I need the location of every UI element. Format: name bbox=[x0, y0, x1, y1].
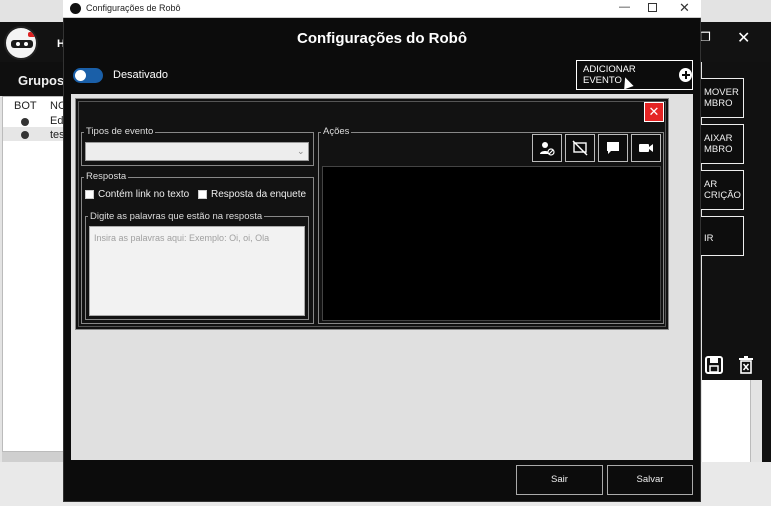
main-close-icon[interactable]: ✕ bbox=[737, 28, 750, 48]
contains-link-checkbox[interactable] bbox=[85, 190, 94, 199]
lower-member-button[interactable]: AIXAR MBRO bbox=[699, 124, 744, 164]
poll-response-label[interactable]: Resposta da enquete bbox=[211, 189, 306, 200]
dialog-window-title: Configurações de Robô bbox=[86, 3, 181, 13]
event-type-select[interactable] bbox=[85, 142, 309, 161]
save-icon[interactable] bbox=[705, 356, 723, 374]
column-header-bot[interactable]: BOT bbox=[14, 100, 37, 112]
maximize-button[interactable] bbox=[648, 3, 657, 12]
keywords-legend: Digite as palavras que estão na resposta bbox=[88, 211, 265, 222]
trash-icon[interactable] bbox=[738, 356, 754, 374]
response-legend: Resposta bbox=[84, 171, 129, 182]
toggle-label: Desativado bbox=[113, 69, 169, 81]
side-button-label: IR bbox=[704, 233, 714, 244]
video-camera-icon bbox=[639, 144, 653, 152]
app-icon bbox=[70, 3, 81, 14]
keywords-textarea[interactable] bbox=[89, 226, 305, 316]
bots-table bbox=[2, 96, 64, 452]
user-block-icon bbox=[540, 142, 555, 156]
vertical-scrollbar[interactable] bbox=[750, 380, 762, 462]
add-event-button[interactable]: ADICIONAR EVENTO bbox=[576, 60, 693, 90]
block-user-action-button[interactable] bbox=[532, 134, 562, 162]
contains-link-label[interactable]: Contém link no texto bbox=[98, 189, 189, 200]
chat-icon bbox=[607, 142, 619, 154]
exit-button[interactable]: Sair bbox=[516, 465, 603, 495]
screen-off-icon bbox=[572, 140, 588, 156]
plus-circle-icon bbox=[678, 68, 692, 82]
message-action-button[interactable] bbox=[598, 134, 628, 162]
side-button-label: AR CRIÇÃO bbox=[704, 179, 741, 201]
toggle-knob[interactable] bbox=[75, 70, 86, 81]
horizontal-scrollbar[interactable] bbox=[2, 452, 64, 462]
actions-list-area bbox=[322, 166, 661, 321]
description-button[interactable]: AR CRIÇÃO bbox=[699, 170, 744, 210]
exit-side-button[interactable]: IR bbox=[699, 216, 744, 256]
dialog-close-button[interactable]: ✕ bbox=[679, 0, 690, 16]
save-button[interactable]: Salvar bbox=[607, 465, 693, 495]
chevron-down-icon[interactable]: ⌄ bbox=[297, 146, 305, 157]
side-button-label: MOVER MBRO bbox=[704, 87, 739, 109]
dialog-heading: Configurações do Robô bbox=[297, 30, 467, 47]
ninja-logo-icon bbox=[4, 26, 38, 60]
groups-label: Grupos: bbox=[18, 73, 69, 88]
event-types-legend: Tipos de evento bbox=[84, 126, 156, 137]
video-action-button[interactable] bbox=[631, 134, 661, 162]
restore-icon[interactable]: ❐ bbox=[700, 30, 711, 44]
hide-screen-action-button[interactable] bbox=[565, 134, 595, 162]
actions-legend: Ações bbox=[321, 126, 352, 137]
side-button-label: AIXAR MBRO bbox=[704, 133, 733, 155]
minimize-button[interactable]: — bbox=[619, 1, 630, 13]
close-editor-button[interactable]: ✕ bbox=[644, 102, 664, 122]
remove-member-button[interactable]: MOVER MBRO bbox=[699, 78, 744, 118]
members-list bbox=[702, 380, 750, 462]
status-dot-icon bbox=[21, 118, 29, 126]
status-dot-icon bbox=[21, 131, 29, 139]
poll-response-checkbox[interactable] bbox=[198, 190, 207, 199]
